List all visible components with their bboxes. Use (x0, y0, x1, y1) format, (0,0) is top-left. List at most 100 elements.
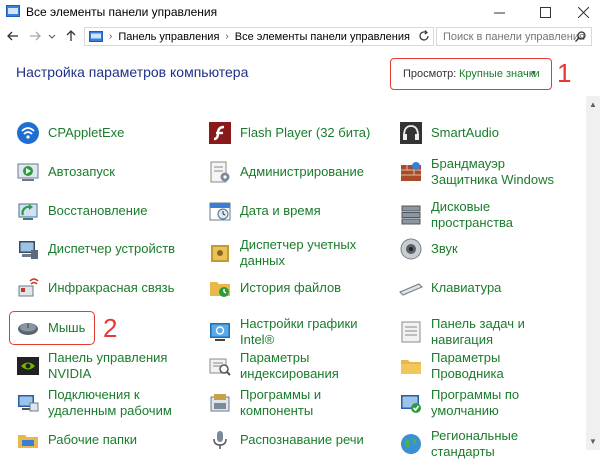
item-cpappletexe[interactable]: CPAppletExe (16, 121, 183, 145)
breadcrumb-separator-icon: › (109, 31, 113, 42)
breadcrumb-separator-icon: › (225, 31, 229, 42)
item-label: Администрирование (240, 164, 364, 179)
item-indexing-options[interactable]: Параметры индексирования (208, 350, 375, 382)
device-manager-icon (19, 241, 38, 259)
admin-tools-icon (210, 161, 230, 183)
annotation-marker-1: 1 (557, 58, 572, 88)
recent-dropdown-icon[interactable] (48, 29, 56, 43)
storage-spaces-icon (401, 205, 421, 225)
autoplay-icon (17, 163, 39, 181)
item-credential-manager[interactable]: Диспетчер учетных данных (208, 237, 375, 269)
nvidia-icon (17, 357, 39, 375)
item-label: Инфракрасная связь (48, 280, 175, 295)
window-title: Все элементы панели управления (26, 5, 218, 19)
control-panel-icon (6, 5, 20, 17)
item-label: Клавиатура (431, 280, 502, 295)
item-recovery[interactable]: Восстановление (16, 199, 183, 223)
item-label: Параметры индексирования (240, 350, 339, 381)
item-infrared[interactable]: Инфракрасная связь (16, 276, 183, 300)
item-label: Параметры Проводника (431, 350, 504, 381)
folder-options-icon (401, 360, 421, 374)
refresh-icon[interactable] (418, 30, 430, 42)
close-icon (577, 6, 589, 18)
minimize-button[interactable] (482, 0, 516, 24)
item-administrative-tools[interactable]: Администрирование (208, 160, 375, 184)
item-autoplay[interactable]: Автозапуск (16, 160, 183, 184)
minimize-icon (493, 12, 505, 13)
item-label: Диспетчер устройств (48, 241, 176, 256)
indexing-icon (209, 358, 231, 376)
item-flash-player[interactable]: Flash Player (32 бита) (208, 121, 375, 145)
taskbar-icon (401, 321, 421, 343)
date-time-icon (209, 202, 231, 221)
programs-icon (210, 394, 230, 412)
headphones-icon (400, 122, 422, 144)
keyboard-icon (399, 283, 423, 296)
item-sound[interactable]: Звук (399, 237, 566, 261)
item-intel-graphics[interactable]: Настройки графики Intel® (208, 316, 375, 348)
item-label: Программы и компоненты (240, 387, 322, 418)
view-mode-dropdown[interactable]: Крупные значки (459, 68, 540, 80)
item-work-folders[interactable]: Рабочие папки (16, 428, 183, 452)
breadcrumb-control-panel[interactable]: Панель управления (118, 31, 219, 43)
item-label: Дисковые пространства (431, 199, 514, 230)
item-speech-recognition[interactable]: Распознавание речи (208, 428, 375, 452)
item-keyboard[interactable]: Клавиатура (399, 276, 566, 300)
back-arrow-icon[interactable] (6, 29, 20, 43)
item-explorer-options[interactable]: Параметры Проводника (399, 350, 566, 382)
item-device-manager[interactable]: Диспетчер устройств (16, 237, 183, 261)
item-label: Автозапуск (48, 164, 115, 179)
close-button[interactable] (566, 0, 600, 24)
page-title: Настройка параметров компьютера (16, 64, 249, 80)
title-bar: Все элементы панели управления (0, 0, 600, 24)
view-label: Просмотр: (403, 68, 457, 80)
item-label: Настройки графики Intel® (240, 316, 358, 347)
speech-icon (213, 431, 227, 449)
item-label: Подключения к удаленным рабочим (48, 387, 172, 418)
item-label: Восстановление (48, 203, 148, 218)
firewall-icon (401, 162, 421, 181)
forward-arrow-icon[interactable] (28, 29, 42, 43)
item-label: Звук (431, 241, 458, 256)
item-date-time[interactable]: Дата и время (208, 199, 375, 223)
chevron-down-icon[interactable]: ▼ (530, 70, 537, 77)
item-taskbar-navigation[interactable]: Панель задач и навигация (399, 316, 566, 348)
item-windows-firewall[interactable]: Брандмауэр Защитника Windows (399, 156, 566, 188)
maximize-button[interactable] (528, 0, 562, 24)
up-arrow-icon[interactable] (64, 29, 78, 43)
item-mouse[interactable]: Мышь (16, 316, 183, 340)
annotation-marker-2: 2 (103, 313, 118, 343)
default-programs-icon (401, 395, 421, 413)
infrared-icon (18, 278, 39, 297)
item-label: История файлов (240, 280, 342, 295)
item-label: Распознавание речи (240, 432, 364, 447)
item-smartaudio[interactable]: SmartAudio (399, 121, 566, 145)
item-file-history[interactable]: История файлов (208, 276, 375, 300)
item-label: Брандмауэр Защитника Windows (431, 156, 554, 187)
control-panel-small-icon (89, 31, 103, 42)
vertical-scrollbar[interactable] (586, 96, 600, 450)
remote-desktop-icon (18, 395, 39, 412)
item-programs-features[interactable]: Программы и компоненты (208, 387, 375, 419)
item-default-programs[interactable]: Программы по умолчанию (399, 387, 566, 419)
file-history-icon (210, 282, 230, 297)
item-remote-desktop[interactable]: Подключения к удаленным рабочим (16, 387, 183, 419)
search-input[interactable] (436, 27, 592, 46)
item-label: Диспетчер учетных данных (240, 237, 357, 268)
item-nvidia-control-panel[interactable]: Панель управления NVIDIA (16, 350, 183, 382)
breadcrumb-all-items[interactable]: Все элементы панели управления (235, 31, 410, 43)
item-storage-spaces[interactable]: Дисковые пространства (399, 199, 566, 231)
credential-manager-icon (211, 245, 229, 262)
item-label: SmartAudio (431, 125, 499, 140)
address-bar[interactable]: › Панель управления › Все элементы панел… (84, 27, 434, 46)
flash-icon (209, 122, 231, 144)
item-region[interactable]: Региональные стандарты (399, 428, 566, 460)
speaker-icon (400, 238, 422, 260)
recovery-icon (18, 203, 38, 220)
scroll-up-icon[interactable]: ▲ (589, 100, 597, 109)
item-label: Рабочие папки (48, 432, 137, 447)
item-label: Панель управления NVIDIA (48, 350, 168, 381)
intel-graphics-icon (210, 323, 230, 341)
scroll-down-icon[interactable]: ▼ (589, 437, 597, 446)
item-label: Региональные стандарты (431, 428, 519, 459)
